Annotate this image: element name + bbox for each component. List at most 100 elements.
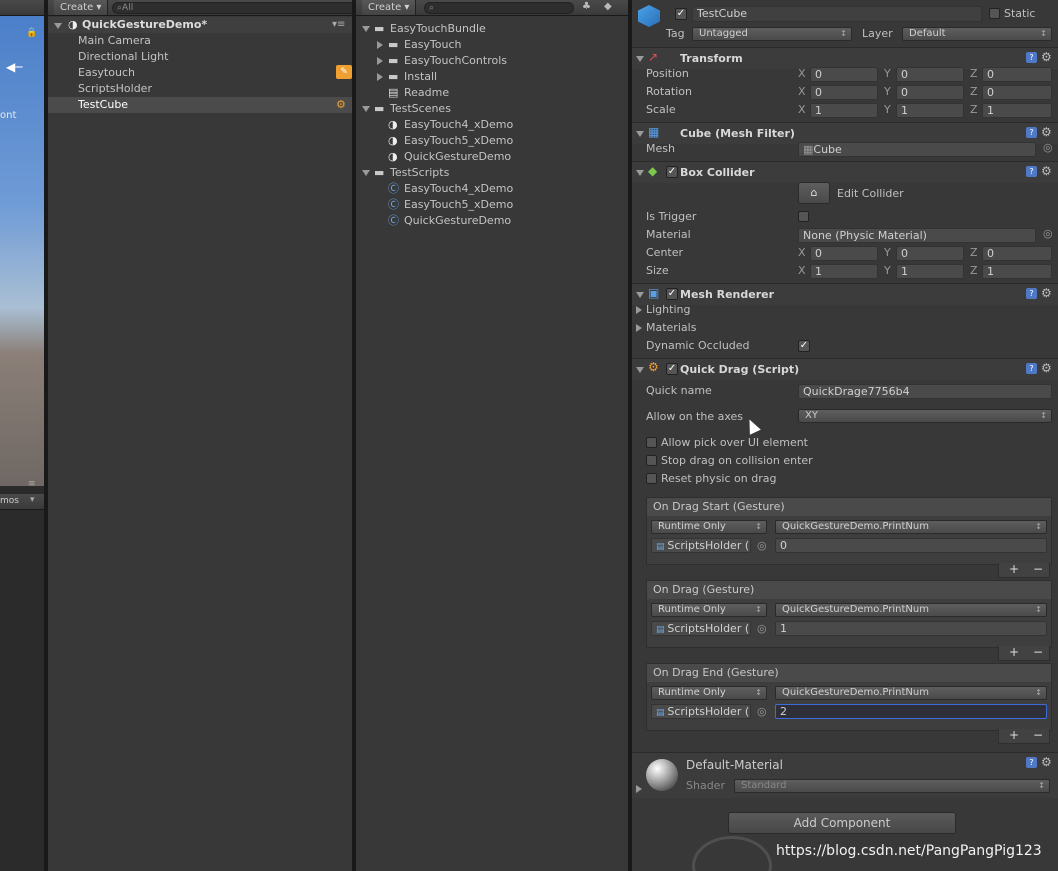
expand-triangle-icon[interactable] [54, 23, 62, 29]
help-book-icon[interactable]: ? [1026, 52, 1037, 63]
object-picker-icon[interactable]: ◎ [1043, 227, 1053, 240]
position-y-field[interactable]: 0 [896, 67, 964, 82]
size-x-field[interactable]: 1 [810, 264, 878, 279]
filter-type-icon[interactable]: ♣ [582, 1, 591, 12]
object-picker-icon[interactable]: ◎ [757, 704, 767, 719]
shader-dropdown[interactable]: Standard [734, 779, 1050, 793]
scene-header[interactable]: ◑ QuickGestureDemo* ▾≡ [48, 17, 352, 33]
mesh-field[interactable]: ▦Cube [798, 142, 1036, 157]
runtime-mode-dropdown[interactable]: Runtime Only [651, 520, 767, 534]
quick-name-field[interactable]: QuickDrage7756b4 [798, 384, 1052, 399]
collapse-triangle-icon[interactable] [362, 170, 370, 176]
physic-material-field[interactable]: None (Physic Material) [798, 228, 1036, 243]
collapse-triangle-icon[interactable] [636, 56, 644, 62]
stop-drag-checkbox[interactable] [646, 455, 657, 466]
mesh-filter-header[interactable]: ▦ Cube (Mesh Filter) ? ⚙ [632, 122, 1058, 144]
add-component-button[interactable]: Add Component [728, 812, 956, 834]
center-z-field[interactable]: 0 [982, 246, 1052, 261]
help-book-icon[interactable]: ? [1026, 166, 1037, 177]
argument-field[interactable]: 1 [775, 621, 1047, 636]
collapse-triangle-icon[interactable] [636, 367, 644, 373]
axes-dropdown[interactable]: XY [798, 409, 1052, 423]
transform-header[interactable]: ↗ Transform ? ⚙ [632, 47, 1058, 69]
collapse-triangle-icon[interactable] [636, 170, 644, 176]
center-x-field[interactable]: 0 [810, 246, 878, 261]
target-object-field[interactable]: ▤ ScriptsHolder ( [651, 538, 751, 553]
static-checkbox[interactable] [989, 8, 1000, 19]
function-dropdown[interactable]: QuickGestureDemo.PrintNum [775, 520, 1047, 534]
object-picker-icon[interactable]: ◎ [757, 538, 767, 553]
position-z-field[interactable]: 0 [982, 67, 1052, 82]
enabled-checkbox[interactable]: ✓ [666, 363, 678, 375]
scale-y-field[interactable]: 1 [896, 103, 964, 118]
hierarchy-item-testcube[interactable]: TestCube ⚙ [48, 97, 352, 113]
expand-triangle-icon[interactable] [636, 324, 642, 332]
tag-dropdown[interactable]: Untagged [692, 27, 852, 41]
box-collider-header[interactable]: ◆ ✓ Box Collider ? ⚙ [632, 161, 1058, 183]
gear-icon[interactable]: ⚙ [1041, 164, 1052, 178]
expand-triangle-icon[interactable] [377, 57, 383, 65]
hierarchy-item-directional-light[interactable]: Directional Light [78, 49, 168, 65]
scale-x-field[interactable]: 1 [810, 103, 878, 118]
add-listener-icon[interactable]: + [1009, 646, 1019, 659]
size-z-field[interactable]: 1 [982, 264, 1052, 279]
hierarchy-item-main-camera[interactable]: Main Camera [78, 33, 151, 49]
lock-icon[interactable]: 🔒 [26, 28, 37, 38]
add-listener-icon[interactable]: + [1009, 729, 1019, 742]
gear-icon[interactable]: ⚙ [1041, 286, 1052, 300]
argument-field[interactable]: 0 [775, 538, 1047, 553]
argument-field[interactable]: 2 [775, 704, 1047, 719]
scene-menu-icon[interactable]: ▾≡ [332, 17, 345, 33]
function-dropdown[interactable]: QuickGestureDemo.PrintNum [775, 603, 1047, 617]
collapse-triangle-icon[interactable] [636, 292, 644, 298]
help-book-icon[interactable]: ? [1026, 288, 1037, 299]
position-x-field[interactable]: 0 [810, 67, 878, 82]
collapse-triangle-icon[interactable] [362, 106, 370, 112]
reset-physic-checkbox[interactable] [646, 473, 657, 484]
help-book-icon[interactable]: ? [1026, 757, 1037, 768]
scene-view[interactable]: ◀─ 🔒 ont [0, 16, 44, 486]
panel-menu-icon[interactable]: ≡ [28, 479, 36, 489]
scale-z-field[interactable]: 1 [982, 103, 1052, 118]
rotation-y-field[interactable]: 0 [896, 85, 964, 100]
object-name-field[interactable]: TestCube [692, 6, 982, 22]
search-input[interactable]: ⌕All [112, 2, 386, 14]
rotation-x-field[interactable]: 0 [810, 85, 878, 100]
pick-over-ui-checkbox[interactable] [646, 437, 657, 448]
quick-drag-header[interactable]: ⚙ ✓ Quick Drag (Script) ? ⚙ [632, 358, 1058, 380]
collapse-triangle-icon[interactable] [362, 26, 370, 32]
target-object-field[interactable]: ▤ ScriptsHolder ( [651, 704, 751, 719]
enabled-checkbox[interactable]: ✓ [666, 166, 678, 178]
help-book-icon[interactable]: ? [1026, 127, 1037, 138]
expand-triangle-icon[interactable] [377, 73, 383, 81]
create-button[interactable]: Create ▾ [54, 0, 109, 15]
object-picker-icon[interactable]: ◎ [757, 621, 767, 636]
remove-listener-icon[interactable]: − [1033, 646, 1043, 659]
filter-label-icon[interactable]: ◆ [604, 1, 612, 12]
materials-foldout[interactable]: Materials [646, 320, 696, 336]
dynamic-occluded-checkbox[interactable]: ✓ [798, 340, 810, 352]
active-checkbox[interactable]: ✓ [675, 8, 687, 20]
expand-triangle-icon[interactable] [636, 785, 642, 793]
object-picker-icon[interactable]: ◎ [1043, 141, 1053, 154]
is-trigger-checkbox[interactable] [798, 211, 809, 222]
hierarchy-item-easytouch[interactable]: Easytouch [78, 65, 135, 81]
gear-icon[interactable]: ⚙ [1041, 755, 1052, 769]
gizmos-dropdown[interactable]: mos [0, 496, 19, 506]
gear-icon[interactable]: ⚙ [1041, 50, 1052, 64]
search-input[interactable]: ⌕ [424, 2, 574, 14]
chevron-down-icon[interactable]: ▾ [30, 495, 35, 505]
enabled-checkbox[interactable]: ✓ [666, 288, 678, 300]
mesh-renderer-header[interactable]: ▣ ✓ Mesh Renderer ? ⚙ [632, 283, 1058, 305]
create-button[interactable]: Create ▾ [362, 0, 417, 15]
lighting-foldout[interactable]: Lighting [646, 302, 690, 318]
center-y-field[interactable]: 0 [896, 246, 964, 261]
hierarchy-item-scriptsholder[interactable]: ScriptsHolder [78, 81, 152, 97]
gear-icon[interactable]: ⚙ [1041, 361, 1052, 375]
expand-triangle-icon[interactable] [636, 306, 642, 314]
collapse-triangle-icon[interactable] [636, 131, 644, 137]
expand-triangle-icon[interactable] [377, 41, 383, 49]
function-dropdown[interactable]: QuickGestureDemo.PrintNum [775, 686, 1047, 700]
remove-listener-icon[interactable]: − [1033, 729, 1043, 742]
target-object-field[interactable]: ▤ ScriptsHolder ( [651, 621, 751, 636]
